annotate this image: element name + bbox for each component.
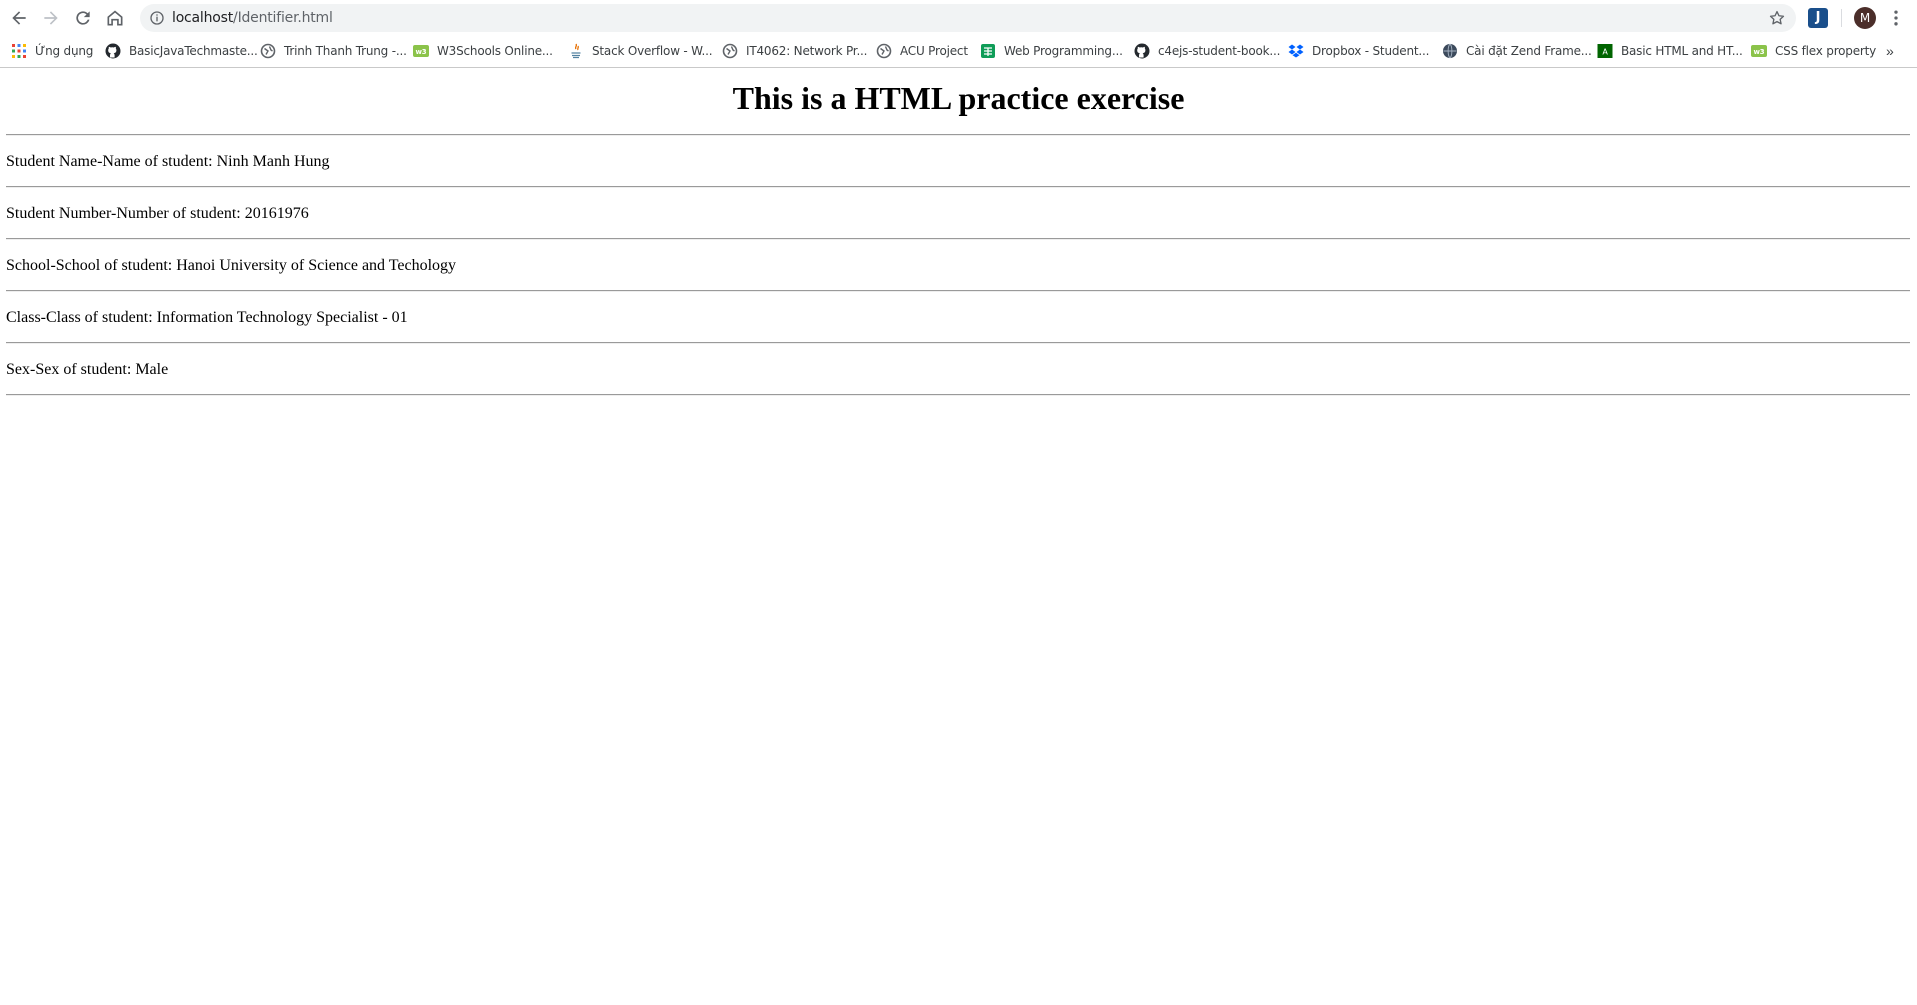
horizontal-rule <box>6 238 1910 240</box>
sheets-icon <box>981 44 995 58</box>
bookmark-label: Ứng dụng <box>35 44 94 58</box>
student-name-line: Student Name-Name of student: Ninh Manh … <box>6 153 330 170</box>
bookmark-basicjava[interactable]: BasicJavaTechmaste... <box>105 36 258 66</box>
horizontal-rule <box>6 186 1910 188</box>
bookmark-c4ejs[interactable]: c4ejs-student-book... <box>1134 36 1280 66</box>
bookmark-basic-html[interactable]: A Basic HTML and HT... <box>1597 36 1743 66</box>
bookmark-label: Stack Overflow - W... <box>592 44 713 58</box>
svg-text:A: A <box>1602 48 1608 57</box>
forward-icon <box>44 11 58 25</box>
apps-grid-icon <box>12 44 26 58</box>
profile-avatar[interactable]: M <box>1854 7 1876 29</box>
address-bar[interactable]: localhost/Identifier.html <box>140 4 1796 32</box>
bookmark-zend-framework[interactable]: Cài đặt Zend Frame... <box>1442 36 1592 66</box>
dropbox-icon <box>1288 44 1304 58</box>
url-text[interactable]: localhost/Identifier.html <box>172 4 333 32</box>
school-line: School-School of student: Hanoi Universi… <box>6 257 457 274</box>
bookmark-stack-overflow[interactable]: Stack Overflow - W... <box>568 36 713 66</box>
bookmarks-bar: Ứng dụng BasicJavaTechmaste... Trinh Tha… <box>0 36 1917 68</box>
bookmark-apps[interactable]: Ứng dụng <box>11 36 93 66</box>
back-icon <box>12 11 26 25</box>
forward-button[interactable] <box>35 2 67 34</box>
bookmark-label: c4ejs-student-book... <box>1158 44 1281 58</box>
page-heading: This is a HTML practice exercise <box>732 80 1185 116</box>
bookmark-it4062[interactable]: IT4062: Network Pr... <box>722 36 867 66</box>
bookmark-label: Cài đặt Zend Frame... <box>1466 44 1592 58</box>
github-icon <box>1134 43 1150 59</box>
star-icon[interactable] <box>1768 9 1786 27</box>
sex-line: Sex-Sex of student: Male <box>6 361 169 378</box>
globe-icon <box>260 43 276 59</box>
class-line: Class-Class of student: Information Tech… <box>6 309 408 326</box>
bookmark-label: BasicJavaTechmaste... <box>129 44 258 58</box>
globe-dark-icon <box>1443 43 1457 59</box>
bookmark-w3schools[interactable]: w3 W3Schools Online... <box>413 36 553 66</box>
bookmark-label: CSS flex property <box>1775 44 1877 58</box>
w3schools-icon: w3 <box>1751 45 1767 57</box>
home-icon <box>107 10 123 26</box>
browser-toolbar: localhost/Identifier.html J M <box>0 0 1917 36</box>
page-content: This is a HTML practice exercise Student… <box>0 68 1917 1005</box>
reload-icon <box>76 11 90 25</box>
bookmark-label: Web Programming... <box>1004 44 1123 58</box>
url-path: /Identifier.html <box>233 10 333 26</box>
horizontal-rule <box>6 134 1910 136</box>
svg-text:w3: w3 <box>1754 48 1765 56</box>
bookmark-dropbox[interactable]: Dropbox - Student... <box>1288 36 1429 66</box>
bookmark-label: W3Schools Online... <box>437 44 553 58</box>
horizontal-rule <box>6 290 1910 292</box>
bookmark-label: Basic HTML and HT... <box>1621 44 1743 58</box>
bookmark-label: Trinh Thanh Trung -... <box>284 44 407 58</box>
bookmark-label: Dropbox - Student... <box>1312 44 1430 58</box>
w3schools-icon: w3 <box>413 45 429 57</box>
more-icon[interactable] <box>1886 8 1906 28</box>
horizontal-rule <box>6 394 1910 396</box>
bookmark-label: ACU Project <box>900 44 968 58</box>
back-button[interactable] <box>3 2 35 34</box>
java-icon <box>571 43 581 59</box>
bookmark-label: IT4062: Network Pr... <box>746 44 868 58</box>
svg-text:w3: w3 <box>416 48 427 56</box>
bookmark-acu-project[interactable]: ACU Project <box>876 36 968 66</box>
reload-button[interactable] <box>67 2 99 34</box>
home-button[interactable] <box>99 2 131 34</box>
github-icon <box>105 43 121 59</box>
info-icon[interactable] <box>149 10 165 26</box>
bookmark-web-programming[interactable]: Web Programming... <box>980 36 1123 66</box>
bookmark-trinh-thanh-trung[interactable]: Trinh Thanh Trung -... <box>260 36 407 66</box>
globe-icon <box>722 43 738 59</box>
student-number-line: Student Number-Number of student: 201619… <box>6 205 309 222</box>
horizontal-rule <box>6 342 1910 344</box>
url-host: localhost <box>172 10 234 26</box>
extension-icon[interactable]: J <box>1808 8 1828 28</box>
globe-icon <box>876 43 892 59</box>
toolbar-divider <box>1841 9 1842 27</box>
bookmark-css-flex[interactable]: w3 CSS flex property <box>1751 36 1876 66</box>
fcc-icon: A <box>1597 44 1613 58</box>
bookmarks-overflow-button[interactable]: » <box>1886 43 1894 59</box>
